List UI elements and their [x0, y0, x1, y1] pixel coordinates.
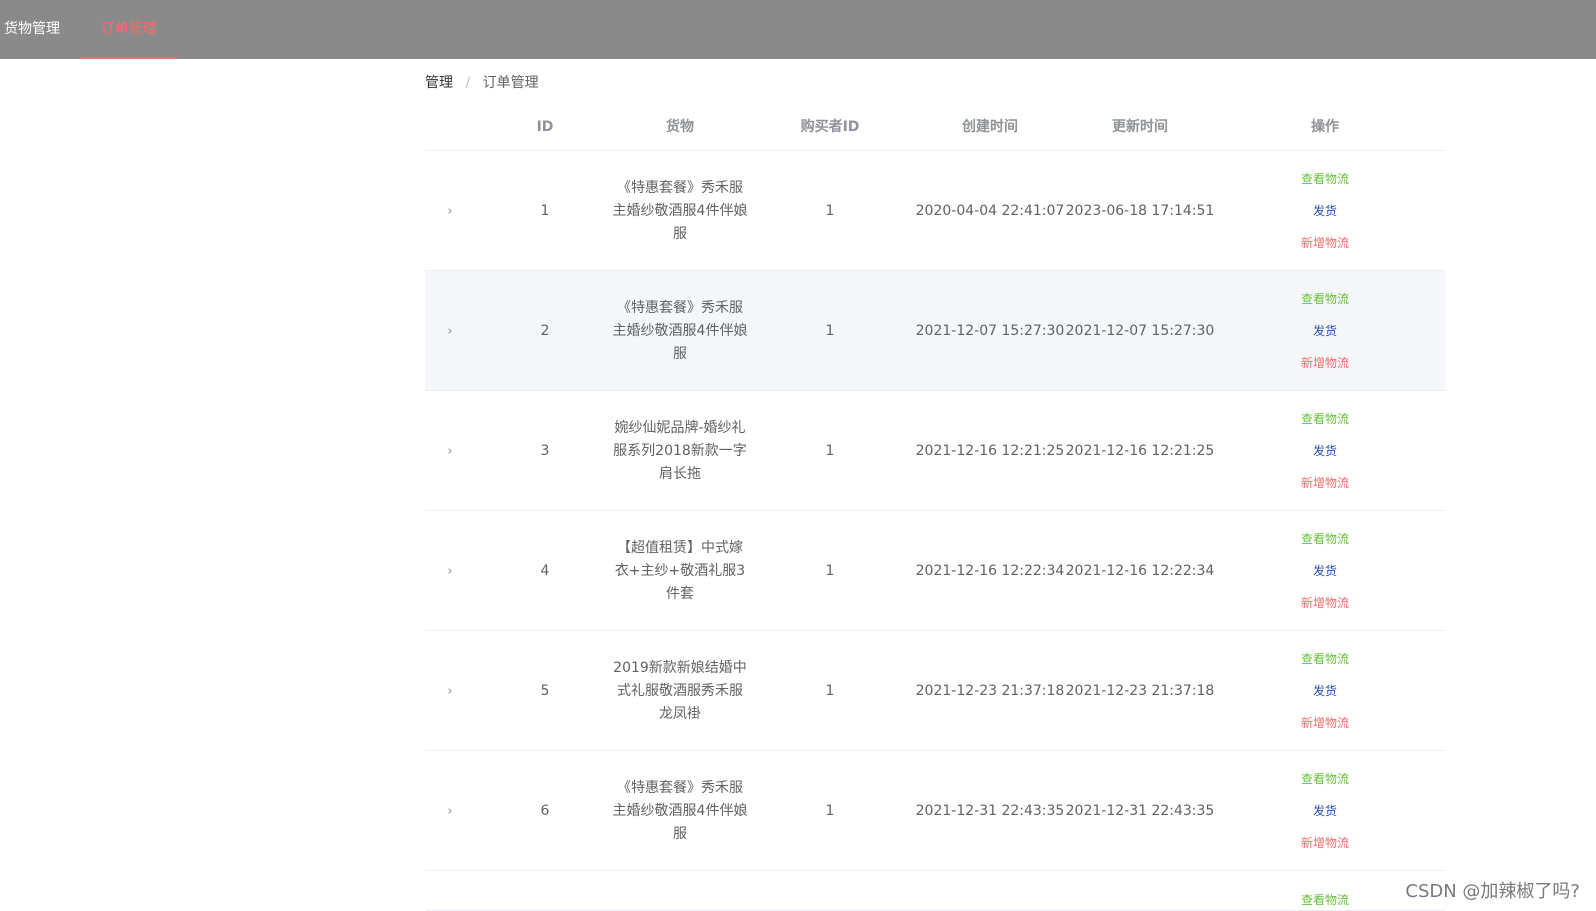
ship-button[interactable]: 发货 — [1313, 435, 1337, 467]
breadcrumb-current: 订单管理 — [483, 75, 539, 91]
expand-cell: › — [425, 151, 475, 271]
csdn-watermark: CSDN @加辣椒了吗? — [1405, 877, 1580, 903]
cell-created-time: 2021-12-16 12:21:25 — [905, 391, 1075, 511]
view-logistics-button[interactable]: 查看物流 — [1301, 643, 1349, 675]
view-logistics-button[interactable]: 查看物流 — [1301, 283, 1349, 315]
header-actions: 操作 — [1265, 104, 1385, 150]
cell-buyer-id: 1 — [755, 751, 905, 871]
cell-buyer-id: 1 — [755, 511, 905, 631]
view-logistics-button[interactable]: 查看物流 — [1301, 163, 1349, 195]
table-row-partial: 查看物流 — [425, 871, 1445, 911]
header-goods: 货物 — [605, 104, 755, 150]
cell-buyer-id: 1 — [755, 631, 905, 751]
table-row: › 4 【超值租赁】中式嫁衣+主纱+敬酒礼服3件套 1 2021-12-16 1… — [425, 511, 1445, 631]
view-logistics-button[interactable]: 查看物流 — [1301, 403, 1349, 435]
cell-updated-time: 2021-12-16 12:22:34 — [1055, 511, 1225, 631]
table-header: ID 货物 购买者ID 创建时间 更新时间 操作 — [425, 104, 1445, 151]
cell-goods: 《特惠套餐》秀禾服主婚纱敬酒服4件伴娘服 — [605, 751, 755, 871]
cell-goods: 【超值租赁】中式嫁衣+主纱+敬酒礼服3件套 — [605, 511, 755, 631]
top-nav-bar: 货物管理 订单管理 — [0, 0, 1596, 59]
expand-cell: › — [425, 631, 475, 751]
cell-id: 4 — [485, 511, 605, 631]
nav-tab-order-management[interactable]: 订单管理 — [80, 0, 177, 59]
cell-updated-time: 2021-12-23 21:37:18 — [1055, 631, 1225, 751]
expand-cell: › — [425, 391, 475, 511]
expand-cell: › — [425, 751, 475, 871]
breadcrumb-root[interactable]: 管理 — [425, 75, 453, 91]
cell-created-time: 2021-12-07 15:27:30 — [905, 271, 1075, 391]
cell-goods: 婉纱仙妮品牌-婚纱礼服系列2018新款一字肩长拖 — [605, 391, 755, 511]
cell-updated-time: 2023-06-18 17:14:51 — [1055, 151, 1225, 271]
table-row: › 2 《特惠套餐》秀禾服主婚纱敬酒服4件伴娘服 1 2021-12-07 15… — [425, 271, 1445, 391]
add-logistics-button[interactable]: 新增物流 — [1301, 587, 1349, 619]
chevron-right-icon[interactable]: › — [447, 804, 452, 819]
chevron-right-icon[interactable]: › — [447, 564, 452, 579]
cell-updated-time: 2021-12-16 12:21:25 — [1055, 391, 1225, 511]
cell-actions: 查看物流 发货 新增物流 — [1265, 631, 1385, 751]
cell-id: 5 — [485, 631, 605, 751]
add-logistics-button[interactable]: 新增物流 — [1301, 467, 1349, 499]
header-id: ID — [485, 104, 605, 150]
cell-actions: 查看物流 发货 新增物流 — [1265, 151, 1385, 271]
cell-created-time: 2021-12-16 12:22:34 — [905, 511, 1075, 631]
chevron-right-icon[interactable]: › — [447, 684, 452, 699]
chevron-right-icon[interactable]: › — [447, 324, 452, 339]
cell-goods: 《特惠套餐》秀禾服主婚纱敬酒服4件伴娘服 — [605, 271, 755, 391]
header-buyer-id: 购买者ID — [755, 104, 905, 150]
add-logistics-button[interactable]: 新增物流 — [1301, 347, 1349, 379]
breadcrumb-separator: / — [465, 75, 470, 91]
cell-id: 2 — [485, 271, 605, 391]
cell-goods: 《特惠套餐》秀禾服主婚纱敬酒服4件伴娘服 — [605, 151, 755, 271]
orders-table: ID 货物 购买者ID 创建时间 更新时间 操作 › 1 《特惠套餐》秀禾服主婚… — [425, 104, 1445, 911]
cell-id: 6 — [485, 751, 605, 871]
header-updated-time: 更新时间 — [1055, 104, 1225, 150]
nav-tab-goods-management[interactable]: 货物管理 — [0, 0, 64, 59]
breadcrumb: 管理 / 订单管理 — [425, 72, 539, 92]
ship-button[interactable]: 发货 — [1313, 195, 1337, 227]
cell-actions: 查看物流 发货 新增物流 — [1265, 751, 1385, 871]
cell-actions: 查看物流 — [1265, 871, 1385, 911]
table-row: › 6 《特惠套餐》秀禾服主婚纱敬酒服4件伴娘服 1 2021-12-31 22… — [425, 751, 1445, 871]
view-logistics-button[interactable]: 查看物流 — [1301, 889, 1349, 911]
cell-actions: 查看物流 发货 新增物流 — [1265, 391, 1385, 511]
add-logistics-button[interactable]: 新增物流 — [1301, 707, 1349, 739]
cell-actions: 查看物流 发货 新增物流 — [1265, 511, 1385, 631]
cell-actions: 查看物流 发货 新增物流 — [1265, 271, 1385, 391]
cell-buyer-id: 1 — [755, 151, 905, 271]
chevron-right-icon[interactable]: › — [447, 204, 452, 219]
view-logistics-button[interactable]: 查看物流 — [1301, 763, 1349, 795]
table-row: › 3 婉纱仙妮品牌-婚纱礼服系列2018新款一字肩长拖 1 2021-12-1… — [425, 391, 1445, 511]
cell-created-time: 2021-12-31 22:43:35 — [905, 751, 1075, 871]
cell-id: 1 — [485, 151, 605, 271]
add-logistics-button[interactable]: 新增物流 — [1301, 227, 1349, 259]
expand-cell: › — [425, 271, 475, 391]
add-logistics-button[interactable]: 新增物流 — [1301, 827, 1349, 859]
cell-created-time: 2020-04-04 22:41:07 — [905, 151, 1075, 271]
cell-buyer-id: 1 — [755, 391, 905, 511]
view-logistics-button[interactable]: 查看物流 — [1301, 523, 1349, 555]
cell-updated-time: 2021-12-07 15:27:30 — [1055, 271, 1225, 391]
ship-button[interactable]: 发货 — [1313, 555, 1337, 587]
header-created-time: 创建时间 — [905, 104, 1075, 150]
ship-button[interactable]: 发货 — [1313, 315, 1337, 347]
table-row: › 1 《特惠套餐》秀禾服主婚纱敬酒服4件伴娘服 1 2020-04-04 22… — [425, 151, 1445, 271]
cell-buyer-id: 1 — [755, 271, 905, 391]
expand-cell: › — [425, 511, 475, 631]
ship-button[interactable]: 发货 — [1313, 675, 1337, 707]
cell-created-time: 2021-12-23 21:37:18 — [905, 631, 1075, 751]
cell-goods: 2019新款新娘结婚中式礼服敬酒服秀禾服龙凤褂 — [605, 631, 755, 751]
ship-button[interactable]: 发货 — [1313, 795, 1337, 827]
cell-updated-time: 2021-12-31 22:43:35 — [1055, 751, 1225, 871]
chevron-right-icon[interactable]: › — [447, 444, 452, 459]
table-row: › 5 2019新款新娘结婚中式礼服敬酒服秀禾服龙凤褂 1 2021-12-23… — [425, 631, 1445, 751]
cell-id: 3 — [485, 391, 605, 511]
